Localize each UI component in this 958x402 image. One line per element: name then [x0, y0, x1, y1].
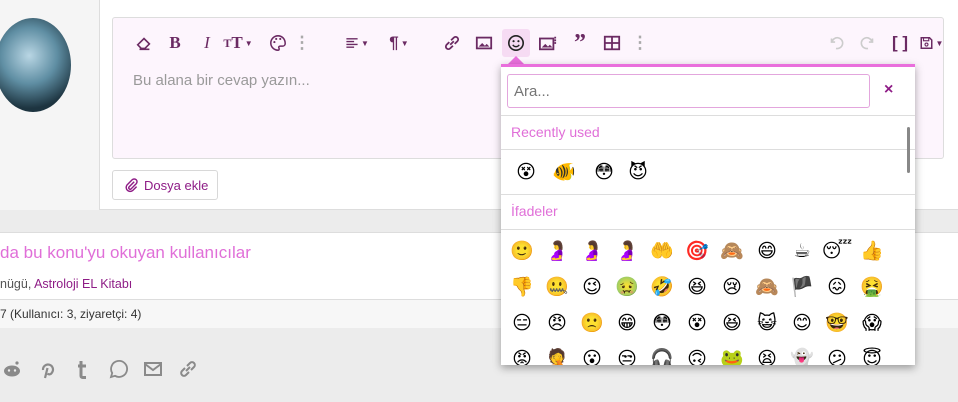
quote-icon[interactable]: ”: [569, 30, 591, 56]
popup-pointer: [508, 56, 524, 64]
emoji-item[interactable]: 😡: [509, 346, 535, 365]
reddit-icon[interactable]: [0, 358, 24, 380]
emoji-item[interactable]: 😒: [614, 346, 640, 365]
eraser-icon[interactable]: [133, 30, 155, 56]
save-draft-icon[interactable]: ▼: [917, 30, 945, 56]
close-icon[interactable]: ×: [884, 81, 893, 99]
image-icon[interactable]: [473, 30, 495, 56]
attach-file-button[interactable]: Dosya ekle: [112, 170, 218, 200]
media-icon[interactable]: [537, 30, 559, 56]
tumblr-icon[interactable]: [70, 358, 94, 380]
readers-title: da bu konu'yu okuyan kullanıcılar: [0, 243, 251, 262]
emoji-item[interactable]: 🤣: [649, 274, 675, 300]
emoji-item[interactable]: 🤰: [614, 238, 640, 264]
scrollbar[interactable]: [907, 127, 910, 173]
smiley-icon[interactable]: [502, 29, 530, 57]
text-size-icon[interactable]: T T ▼: [221, 30, 255, 56]
link-icon[interactable]: [441, 30, 463, 56]
emoji-item[interactable]: 👻: [789, 346, 815, 365]
recent-emoji[interactable]: 😈: [625, 159, 651, 185]
emoji-item[interactable]: 🙁: [579, 310, 605, 336]
recent-emoji-list: 😵 🐠 😳 😈: [501, 149, 915, 194]
emoji-item[interactable]: 😫: [754, 346, 780, 365]
emoji-item[interactable]: 😄: [754, 238, 780, 264]
redo-icon[interactable]: [857, 30, 879, 56]
emoji-item[interactable]: 😑: [509, 310, 535, 336]
table-icon[interactable]: [601, 30, 623, 56]
emoji-item[interactable]: 🙈: [754, 274, 780, 300]
recent-emoji[interactable]: 😵: [513, 159, 539, 185]
email-icon[interactable]: [141, 358, 165, 380]
emoji-item[interactable]: 😆: [684, 274, 710, 300]
bbcode-icon[interactable]: [ ]: [889, 30, 911, 56]
emoji-item[interactable]: 😮: [579, 346, 605, 365]
recently-used-heading: Recently used: [501, 115, 915, 150]
readers-count-text: 7 (Kullanıcı: 3, ziyaretçi: 4): [0, 307, 142, 321]
attach-file-label: Dosya ekle: [144, 177, 209, 193]
reader-link[interactable]: Astroloji EL Kitabı: [34, 277, 132, 291]
align-icon[interactable]: ▼: [343, 30, 371, 56]
recent-emoji[interactable]: 🐠: [551, 159, 577, 185]
palette-icon[interactable]: [267, 30, 289, 56]
emoji-item[interactable]: 🏴: [789, 274, 815, 300]
user-column: [0, 0, 100, 210]
emoji-item[interactable]: 🤰: [544, 238, 570, 264]
emoji-item[interactable]: 😢: [719, 274, 745, 300]
emoji-item[interactable]: 🙈: [719, 238, 745, 264]
paperclip-icon: [125, 178, 138, 193]
emoji-grid: 🙂 🤰 🤰 🤰 🤲 🎯 🙈 😄 ☕ 😴 👍 👎 🤐 😉 🤢 🤣 😆 😢 🙈 🏴 😖 🤮 😑 😠 🙁 😁 😳 😵 😆 😺 😊 🤓 😱 😡 🤦 😮 😒 🎧 🙃 🐸…: [501, 229, 915, 365]
paragraph-icon[interactable]: ¶ ▼: [385, 30, 413, 56]
emoji-item[interactable]: 😖: [824, 274, 850, 300]
emoji-item[interactable]: 😵: [684, 310, 710, 336]
reader-name[interactable]: nügü: [0, 277, 28, 291]
emoji-item[interactable]: 😠: [544, 310, 570, 336]
emoji-item[interactable]: 😕: [824, 346, 850, 365]
emoji-item[interactable]: 🤦: [544, 346, 570, 365]
emoji-item[interactable]: 🤰: [579, 238, 605, 264]
emoji-item[interactable]: 😉: [579, 274, 605, 300]
italic-icon[interactable]: I: [197, 30, 217, 56]
reply-placeholder: Bu alana bir cevap yazın...: [133, 72, 310, 89]
readers-list: nügü, Astroloji EL Kitabı: [0, 277, 132, 291]
link-icon[interactable]: [176, 358, 200, 380]
more-icon[interactable]: ⋮: [632, 30, 649, 56]
emoji-item[interactable]: 🤐: [544, 274, 570, 300]
emoji-item[interactable]: 😁: [614, 310, 640, 336]
bold-icon[interactable]: B: [165, 30, 185, 56]
emoji-item[interactable]: 😊: [789, 310, 815, 336]
more-icon[interactable]: ⋮: [294, 30, 311, 56]
emoji-item[interactable]: 🙃: [684, 346, 710, 365]
emoji-item[interactable]: 🤲: [649, 238, 675, 264]
emoji-item[interactable]: 😺: [754, 310, 780, 336]
emoji-item[interactable]: 👎: [509, 274, 535, 300]
emoji-item[interactable]: ☕: [789, 238, 815, 264]
emoji-item[interactable]: 😆: [719, 310, 745, 336]
emoji-picker: × Recently used 😵 🐠 😳 😈 İfadeler 🙂 🤰 🤰 🤰 🤲 🎯 🙈 😄 ☕ 😴…: [501, 64, 915, 365]
emoji-item[interactable]: 🙂: [509, 238, 535, 264]
emoji-item[interactable]: 👍: [859, 238, 885, 264]
emoji-item[interactable]: 🎯: [684, 238, 710, 264]
whatsapp-icon[interactable]: [106, 358, 130, 380]
avatar[interactable]: [0, 18, 71, 112]
emoji-item[interactable]: 🐸: [719, 346, 745, 365]
emoji-item[interactable]: 😴: [822, 238, 852, 264]
emoji-item[interactable]: 🤓: [824, 310, 850, 336]
undo-icon[interactable]: [825, 30, 847, 56]
emoji-search-input[interactable]: [507, 74, 870, 108]
emoji-item[interactable]: 😳: [649, 310, 675, 336]
emoji-section-heading: İfadeler: [501, 194, 915, 229]
emoji-item[interactable]: 😇: [859, 346, 885, 365]
emoji-item[interactable]: 🤮: [859, 274, 885, 300]
emoji-item[interactable]: 🤢: [614, 274, 640, 300]
recent-emoji[interactable]: 😳: [591, 159, 617, 185]
emoji-item[interactable]: 😱: [859, 310, 885, 336]
pinterest-icon[interactable]: [35, 358, 59, 380]
emoji-item[interactable]: 🎧: [649, 346, 675, 365]
